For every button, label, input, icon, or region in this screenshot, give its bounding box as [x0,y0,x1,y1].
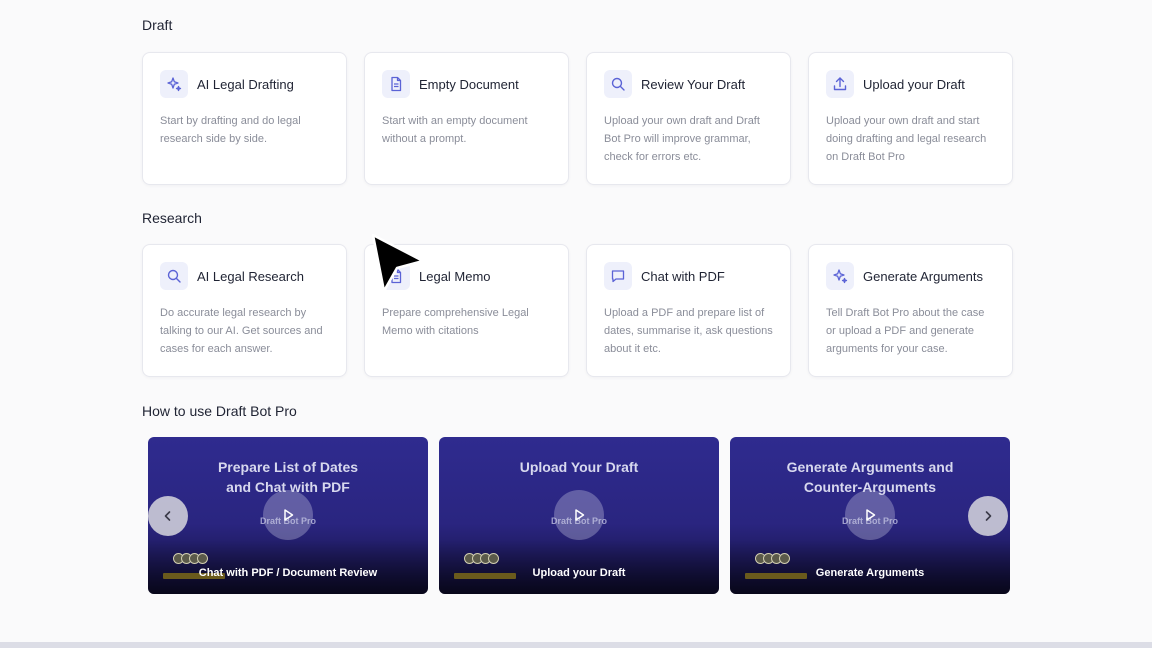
avatar-group [173,553,208,564]
card-title: AI Legal Drafting [197,76,294,92]
card-review-your-draft[interactable]: Review Your Draft Upload your own draft … [586,52,791,185]
play-icon[interactable] [554,490,604,540]
video-caption: Upload your Draft [532,567,626,579]
mouse-cursor-icon [371,233,425,293]
draft-section-title: Draft [142,17,173,33]
card-ai-legal-drafting[interactable]: AI Legal Drafting Start by drafting and … [142,52,347,185]
bottom-bar [0,642,1152,648]
carousel-next-button[interactable] [968,496,1008,536]
chevron-left-icon [164,511,171,521]
howto-section-title: How to use Draft Bot Pro [142,403,297,419]
card-title: AI Legal Research [197,268,304,284]
card-generate-arguments[interactable]: Generate Arguments Tell Draft Bot Pro ab… [808,244,1013,377]
chat-icon [604,262,632,290]
card-description: Upload your own draft and Draft Bot Pro … [604,115,760,163]
document-icon [382,70,410,98]
card-upload-your-draft[interactable]: Upload your Draft Upload your own draft … [808,52,1013,185]
card-title: Review Your Draft [641,76,746,92]
play-icon[interactable] [263,490,313,540]
video-card-upload-your-draft[interactable]: Upload Your Draft Draft Bot Pro Upload y… [439,437,719,594]
card-description: Start with an empty document without a p… [382,115,528,145]
carousel-prev-button[interactable] [148,496,188,536]
video-caption: Chat with PDF / Document Review [198,567,378,579]
card-empty-document[interactable]: Empty Document Start with an empty docum… [364,52,569,185]
avatar-group [464,553,499,564]
card-title: Chat with PDF [641,268,725,284]
research-section-title: Research [142,210,202,226]
video-caption: Generate Arguments [815,567,925,579]
card-title: Upload your Draft [863,76,965,92]
search-icon [160,262,188,290]
research-cards: AI Legal Research Do accurate legal rese… [142,244,1013,377]
card-description: Do accurate legal research by talking to… [160,307,323,355]
card-description: Tell Draft Bot Pro about the case or upl… [826,307,985,355]
sparkles-icon [826,262,854,290]
avatar-group [755,553,790,564]
play-icon[interactable] [845,490,895,540]
card-title: Generate Arguments [863,268,983,284]
card-chat-with-pdf[interactable]: Chat with PDF Upload a PDF and prepare l… [586,244,791,377]
upload-icon [826,70,854,98]
card-description: Prepare comprehensive Legal Memo with ci… [382,307,529,337]
card-title: Empty Document [419,76,519,92]
card-description: Upload your own draft and start doing dr… [826,115,987,163]
video-title: Upload Your Draft [519,459,639,475]
video-carousel: Prepare List of Dates and Chat with PDF … [148,437,1010,594]
card-description: Start by drafting and do legal research … [160,115,301,145]
video-card-chat-with-pdf[interactable]: Prepare List of Dates and Chat with PDF … [148,437,428,594]
card-ai-legal-research[interactable]: AI Legal Research Do accurate legal rese… [142,244,347,377]
search-icon [604,70,632,98]
page: Draft AI Legal Drafting Start by draftin… [0,0,1152,648]
card-description: Upload a PDF and prepare list of dates, … [604,307,773,355]
chevron-right-icon [985,511,992,521]
draft-cards: AI Legal Drafting Start by drafting and … [142,52,1013,185]
sparkles-icon [160,70,188,98]
